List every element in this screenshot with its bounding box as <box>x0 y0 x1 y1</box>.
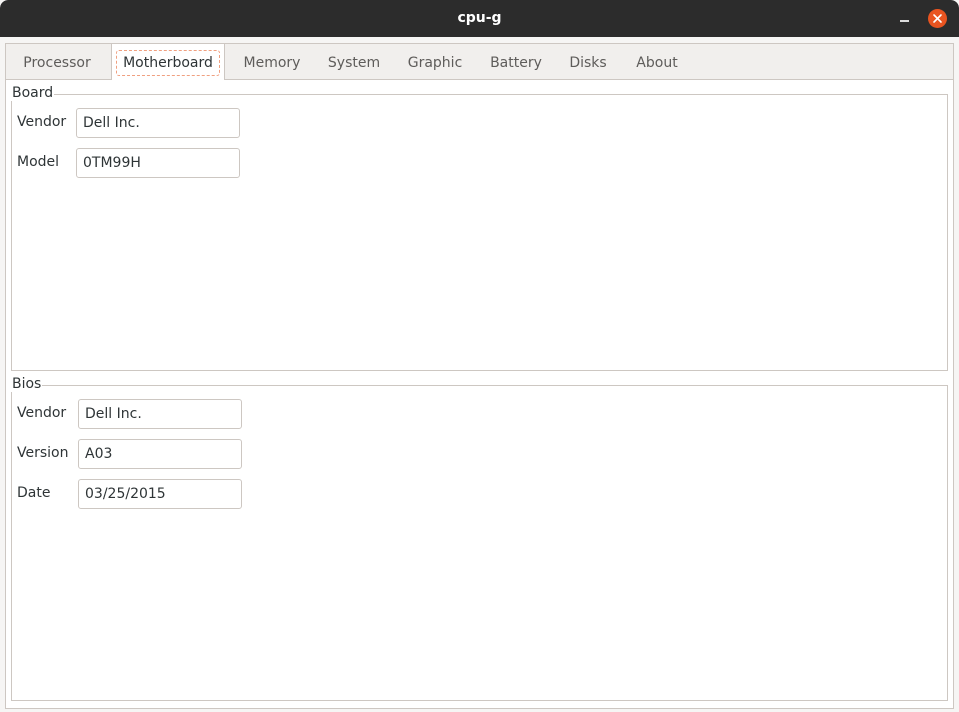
board-vendor-field[interactable]: Dell Inc. <box>76 108 240 138</box>
board-vendor-label: Vendor <box>17 114 67 130</box>
tab-battery[interactable]: Battery <box>482 44 550 80</box>
bios-date-field[interactable]: 03/25/2015 <box>78 479 242 509</box>
bios-vendor-field[interactable]: Dell Inc. <box>78 399 242 429</box>
tab-about[interactable]: About <box>628 44 686 80</box>
board-legend: Board <box>11 85 55 101</box>
board-model-field[interactable]: 0TM99H <box>76 148 240 178</box>
notebook: Processor Motherboard Memory System Grap… <box>5 43 954 709</box>
bios-frame <box>11 385 948 701</box>
bios-date-label: Date <box>17 485 51 501</box>
close-icon <box>933 14 942 23</box>
minimize-button[interactable] <box>895 9 914 28</box>
bios-legend: Bios <box>11 376 43 392</box>
tab-memory[interactable]: Memory <box>236 44 308 80</box>
minimize-icon <box>900 20 909 22</box>
tab-disks[interactable]: Disks <box>562 44 614 80</box>
app-window: cpu-g Processor Motherboard Memory Syste… <box>0 0 959 712</box>
close-button[interactable] <box>928 9 947 28</box>
tab-processor[interactable]: Processor <box>14 44 100 80</box>
tab-graphic[interactable]: Graphic <box>400 44 470 80</box>
bios-version-label: Version <box>17 445 69 461</box>
bios-vendor-label: Vendor <box>17 405 67 421</box>
tab-motherboard[interactable]: Motherboard <box>111 43 225 80</box>
titlebar[interactable]: cpu-g <box>0 0 959 37</box>
window-title: cpu-g <box>457 10 502 26</box>
bios-version-field[interactable]: A03 <box>78 439 242 469</box>
tab-bar: Processor Motherboard Memory System Grap… <box>6 43 953 80</box>
board-model-label: Model <box>17 154 60 170</box>
tab-system[interactable]: System <box>319 44 389 80</box>
